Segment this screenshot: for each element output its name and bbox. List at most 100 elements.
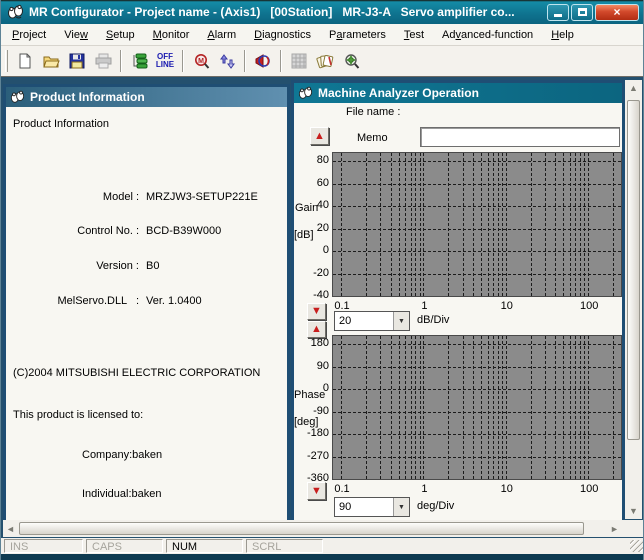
field-value: MRZJW3-SETUP221E	[146, 191, 258, 203]
gain-y-axis-labels: 806040200-20-40	[296, 152, 329, 297]
offline-button[interactable]: OFFLINE	[153, 49, 177, 73]
gridline	[333, 389, 621, 390]
gridline	[423, 336, 424, 479]
status-indicator-caps: CAPS	[86, 539, 163, 553]
title-bar[interactable]: MR Configurator - Project name - (Axis1)…	[1, 0, 644, 24]
gain-div-select[interactable]: 20 ▼	[334, 311, 410, 331]
parameters-button[interactable]	[287, 49, 311, 73]
product-information-window: Product Information Product Information …	[3, 84, 290, 521]
gain-axis-title: Gain	[295, 202, 318, 214]
print-button[interactable]	[91, 49, 115, 73]
alarm-icon	[254, 53, 272, 69]
gridline	[473, 336, 474, 479]
scroll-right-icon[interactable]: ►	[607, 524, 622, 534]
gridline	[502, 336, 503, 479]
gridline	[448, 336, 449, 479]
app-icon	[10, 90, 25, 104]
monitor-magnifier-icon: M	[193, 53, 210, 70]
scroll-down-icon[interactable]: ▼	[625, 506, 642, 516]
y-tick-label: -90	[296, 405, 329, 417]
gridline	[333, 184, 621, 185]
monitor-button[interactable]: M	[189, 49, 213, 73]
menu-item-advanced-function[interactable]: Advanced-function	[433, 26, 542, 44]
minimize-button[interactable]	[547, 4, 569, 21]
open-project-button[interactable]	[39, 49, 63, 73]
gridline	[423, 153, 424, 296]
status-indicator-num: NUM	[166, 539, 243, 553]
io-display-button[interactable]	[215, 49, 239, 73]
system-settings-button[interactable]	[127, 49, 151, 73]
phase-axis-title: Phase	[294, 389, 325, 401]
gridline	[366, 153, 367, 296]
menu-item-project[interactable]: Project	[3, 26, 55, 44]
gridline	[448, 153, 449, 296]
gridline	[493, 336, 494, 479]
phase-div-select[interactable]: 90 ▼	[334, 497, 410, 517]
gridline	[463, 336, 464, 479]
status-indicator-scrl: SCRL	[246, 539, 323, 553]
menu-bar: ProjectViewSetupMonitorAlarmDiagnosticsP…	[1, 24, 644, 46]
product-field-row: Model : MRZJW3-SETUP221E	[6, 191, 287, 203]
gridline	[333, 412, 621, 413]
gridline	[575, 336, 576, 479]
gridline	[333, 457, 621, 458]
test-mode-button[interactable]	[313, 49, 337, 73]
gridline	[411, 153, 412, 296]
new-document-button[interactable]	[13, 49, 37, 73]
io-arrows-icon	[219, 53, 236, 70]
gridline	[502, 153, 503, 296]
dropdown-arrow-icon[interactable]: ▼	[393, 312, 409, 330]
scroll-up-red-button[interactable]: ▲	[310, 127, 329, 145]
advanced-function-button[interactable]	[339, 49, 363, 73]
close-button[interactable]: ×	[595, 4, 639, 21]
product-information-titlebar[interactable]: Product Information	[6, 87, 287, 107]
horizontal-scrollbar[interactable]: ◄ ►	[3, 520, 623, 537]
gridline	[333, 367, 621, 368]
maximize-button[interactable]	[571, 4, 593, 21]
gridline	[545, 336, 546, 479]
menu-item-parameters[interactable]: Parameters	[320, 26, 395, 44]
menu-item-setup[interactable]: Setup	[97, 26, 144, 44]
toolbar-grip[interactable]	[5, 50, 8, 72]
resize-grip[interactable]	[630, 540, 643, 552]
app-icon	[7, 4, 24, 20]
gridline	[411, 336, 412, 479]
menu-item-view[interactable]: View	[55, 26, 97, 44]
new-document-icon	[17, 53, 33, 69]
scroll-down-red-button[interactable]: ▼	[307, 303, 326, 320]
save-button[interactable]	[65, 49, 89, 73]
gridline	[333, 274, 621, 275]
dropdown-arrow-icon[interactable]: ▼	[393, 498, 409, 516]
gridline	[584, 336, 585, 479]
gridline	[506, 153, 507, 296]
save-icon	[69, 53, 85, 69]
memo-label: Memo	[357, 132, 388, 144]
gridline	[415, 336, 416, 479]
scroll-left-icon[interactable]: ◄	[3, 524, 18, 534]
menu-item-diagnostics[interactable]: Diagnostics	[245, 26, 320, 44]
vertical-scroll-thumb[interactable]	[627, 100, 640, 440]
menu-item-monitor[interactable]: Monitor	[144, 26, 199, 44]
field-label: Model :	[6, 191, 139, 203]
scroll-up-icon[interactable]: ▲	[625, 83, 642, 93]
y-tick-label: 80	[296, 154, 329, 166]
menu-item-help[interactable]: Help	[542, 26, 583, 44]
scroll-down-red-button[interactable]: ▼	[307, 482, 326, 500]
menu-item-test[interactable]: Test	[395, 26, 433, 44]
gridline	[333, 229, 621, 230]
x-tick-label: 0.1	[325, 483, 359, 495]
horizontal-scroll-thumb[interactable]	[19, 522, 584, 535]
gridline	[333, 206, 621, 207]
gridline	[333, 251, 621, 252]
toolbar-separator	[120, 50, 122, 72]
menu-item-alarm[interactable]: Alarm	[198, 26, 245, 44]
gridline	[563, 336, 564, 479]
alarm-button[interactable]	[251, 49, 275, 73]
memo-input[interactable]	[420, 127, 620, 147]
gain-div-value: 20	[335, 312, 393, 330]
vertical-scrollbar[interactable]: ▲ ▼	[625, 80, 642, 519]
minimize-icon	[554, 14, 562, 17]
gain-axis-unit: [dB]	[294, 229, 314, 241]
machine-analyzer-titlebar[interactable]: Machine Analyzer Operation	[294, 83, 622, 103]
y-tick-label: -180	[296, 427, 329, 439]
